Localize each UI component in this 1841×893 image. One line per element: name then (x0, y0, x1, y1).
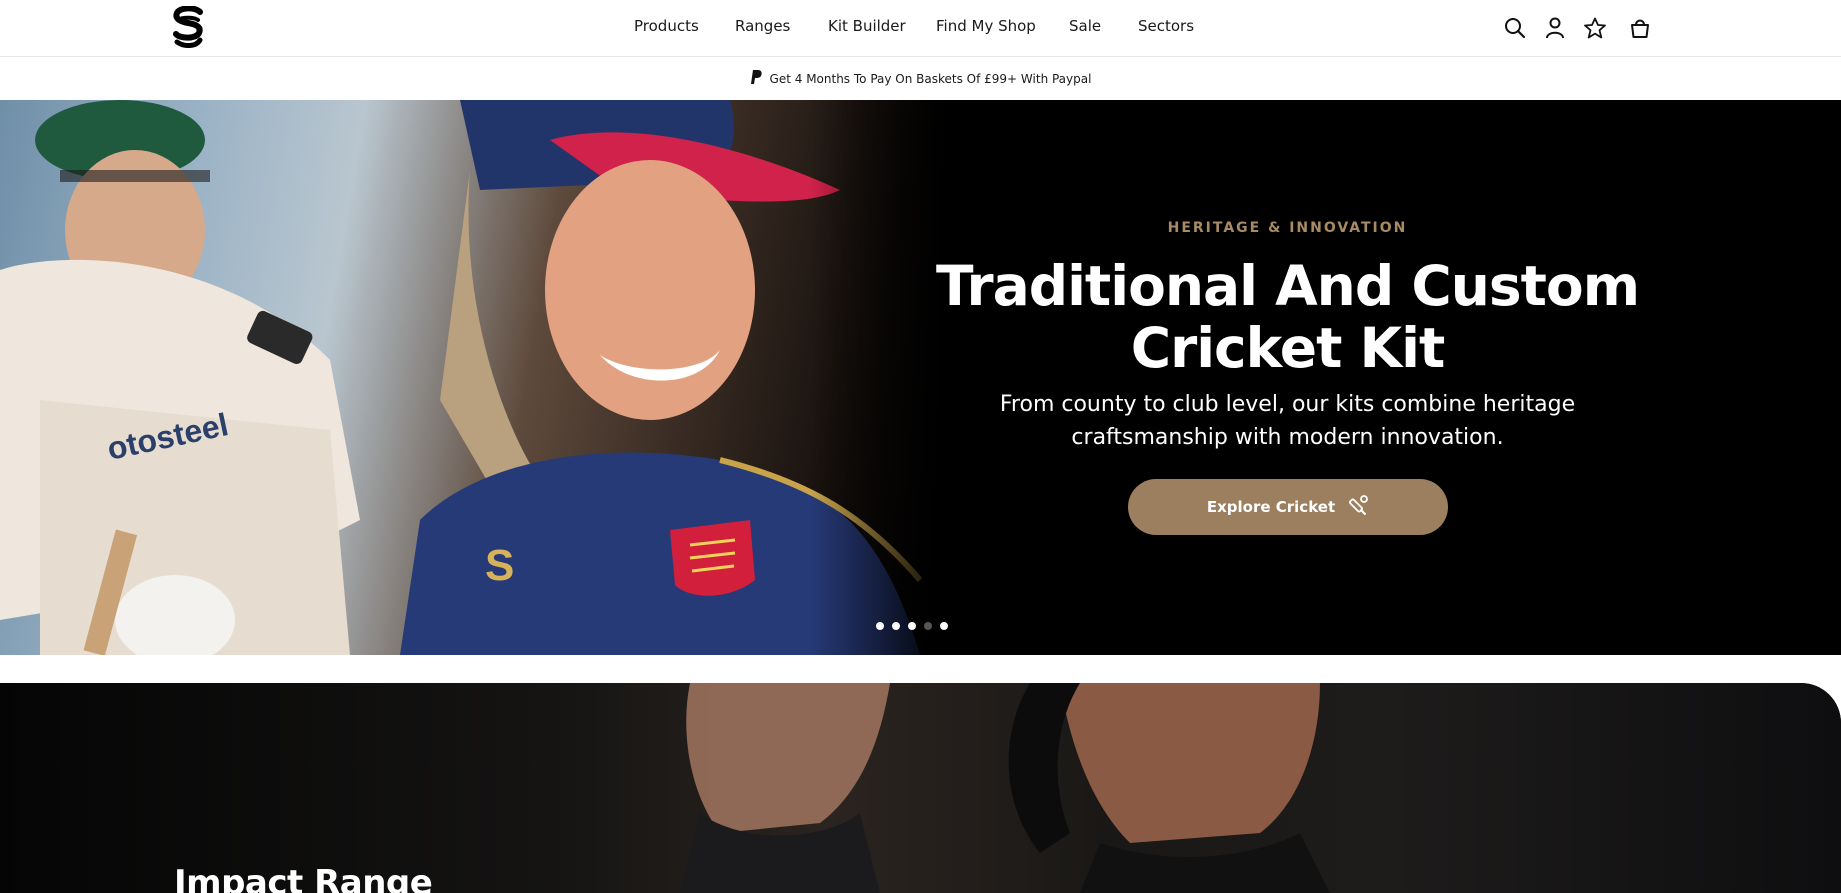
hero-title-line1: Traditional And Custom (935, 254, 1640, 318)
hero-banner: otosteel S HERITAGE & INNOVATION Traditi… (0, 100, 1841, 655)
nav-find-my-shop[interactable]: Find My Shop (936, 17, 1036, 35)
hero-subtitle: From county to club level, our kits comb… (999, 392, 1576, 450)
promo-text: Get 4 Months To Pay On Baskets Of £99+ W… (769, 71, 1092, 86)
explore-cricket-label: Explore Cricket (1206, 498, 1336, 516)
carousel-dot-2[interactable] (892, 622, 900, 630)
carousel-dot-3[interactable] (908, 622, 916, 630)
cricket-bat-ball-icon (1347, 494, 1369, 520)
nav-products[interactable]: Products (634, 17, 699, 35)
impact-range-image (680, 683, 1330, 893)
nav-ranges[interactable]: Ranges (735, 17, 790, 35)
account-icon[interactable] (1541, 14, 1569, 42)
nav-kit-builder[interactable]: Kit Builder (828, 17, 906, 35)
carousel-dots (876, 622, 948, 630)
basket-icon[interactable] (1626, 14, 1654, 42)
promo-bar[interactable]: Get 4 Months To Pay On Baskets Of £99+ W… (0, 57, 1841, 100)
sondico-s-logo-icon[interactable] (172, 5, 204, 48)
carousel-dot-1[interactable] (876, 622, 884, 630)
nav-sale[interactable]: Sale (1069, 17, 1101, 35)
explore-cricket-button[interactable]: Explore Cricket (1128, 479, 1448, 535)
hero-image: otosteel S (0, 100, 950, 655)
search-icon[interactable] (1501, 14, 1529, 42)
impact-range-title: Impact Range (174, 863, 433, 893)
site-header: Products Ranges Kit Builder Find My Shop… (0, 0, 1841, 57)
paypal-icon (750, 69, 762, 88)
hero-title: Traditional And Custom Cricket Kit (930, 255, 1645, 379)
svg-text:S: S (485, 541, 514, 590)
wishlist-star-icon[interactable] (1581, 14, 1609, 42)
carousel-dot-5[interactable] (940, 622, 948, 630)
carousel-dot-4[interactable] (924, 622, 932, 630)
nav-sectors[interactable]: Sectors (1138, 17, 1194, 35)
hero-eyebrow: HERITAGE & INNOVATION (1167, 220, 1408, 236)
hero-title-line2: Cricket Kit (1130, 316, 1446, 380)
hero-content: HERITAGE & INNOVATION Traditional And Cu… (930, 100, 1645, 655)
impact-range-section: Impact Range (0, 683, 1841, 893)
